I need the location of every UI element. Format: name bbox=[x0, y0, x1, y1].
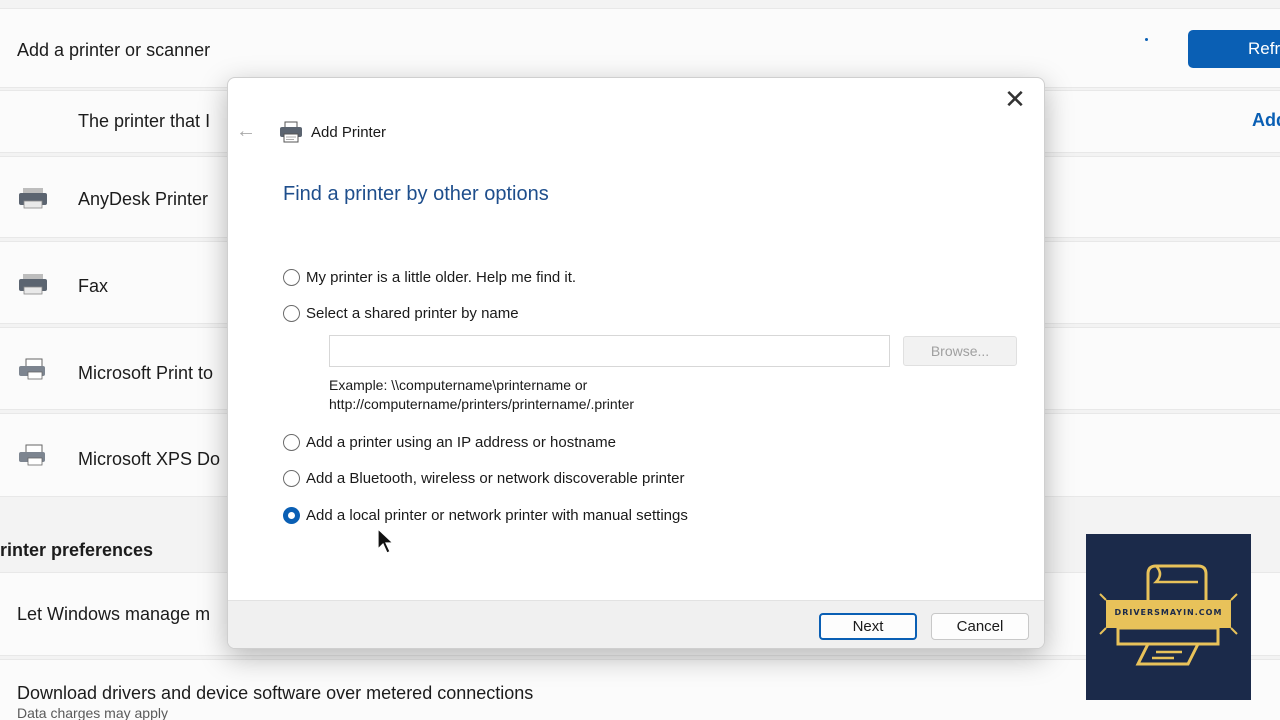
radio-button[interactable] bbox=[283, 469, 300, 487]
next-button[interactable]: Next bbox=[819, 613, 917, 640]
option-label: Select a shared printer by name bbox=[306, 304, 519, 322]
radio-button-selected[interactable] bbox=[283, 506, 300, 524]
option-label: My printer is a little older. Help me fi… bbox=[306, 268, 577, 286]
printer-logo-icon bbox=[1099, 564, 1238, 666]
loading-dot bbox=[1145, 38, 1148, 41]
option-label: Add a local printer or network printer w… bbox=[306, 506, 688, 524]
drivers-logo: DRIVERSMAYIN.COM bbox=[1086, 534, 1251, 700]
download-drivers-sub: Data charges may apply bbox=[17, 705, 168, 720]
option-label: Add a Bluetooth, wireless or network dis… bbox=[306, 469, 685, 487]
dialog-footer: Next Cancel bbox=[228, 600, 1044, 648]
add-manually-link[interactable]: Add bbox=[1252, 110, 1280, 131]
radio-button[interactable] bbox=[283, 268, 300, 286]
option-local-printer[interactable]: Add a local printer or network printer w… bbox=[283, 504, 688, 526]
example-text: Example: \\computername\printername or h… bbox=[329, 376, 634, 414]
radio-button[interactable] bbox=[283, 433, 300, 451]
option-bluetooth-wireless[interactable]: Add a Bluetooth, wireless or network dis… bbox=[283, 467, 685, 489]
option-shared-printer[interactable]: Select a shared printer by name bbox=[283, 302, 519, 324]
not-listed-text: The printer that I bbox=[78, 111, 211, 131]
device-name: AnyDesk Printer bbox=[78, 189, 209, 209]
xps-printer-icon bbox=[19, 444, 45, 466]
close-icon: ✕ bbox=[1004, 84, 1026, 114]
pdf-printer-icon bbox=[19, 358, 45, 380]
option-ip-address[interactable]: Add a printer using an IP address or hos… bbox=[283, 431, 616, 453]
example-line-1: Example: \\computername\printername or bbox=[329, 377, 588, 393]
page-heading: Find a printer by other options bbox=[283, 183, 549, 205]
cancel-button[interactable]: Cancel bbox=[931, 613, 1029, 640]
close-button[interactable]: ✕ bbox=[1000, 84, 1030, 114]
example-line-2: http://computername/printers/printername… bbox=[329, 396, 635, 412]
device-name: Microsoft XPS Do bbox=[78, 449, 221, 469]
device-name: Fax bbox=[78, 276, 109, 296]
refresh-button[interactable]: Refr bbox=[1188, 30, 1280, 68]
option-label: Add a printer using an IP address or hos… bbox=[306, 433, 616, 451]
add-printer-dialog: ✕ ← Add Printer Find a printer by other … bbox=[227, 77, 1045, 649]
back-arrow-icon[interactable]: ← bbox=[236, 120, 256, 143]
printer-icon bbox=[280, 121, 302, 143]
add-printer-title: Add a printer or scanner bbox=[17, 40, 211, 60]
option-older-printer[interactable]: My printer is a little older. Help me fi… bbox=[283, 266, 576, 288]
logo-text: DRIVERSMAYIN.COM bbox=[1114, 608, 1223, 617]
let-windows-manage-text: Let Windows manage m bbox=[17, 604, 211, 624]
radio-button[interactable] bbox=[283, 304, 300, 322]
browse-button[interactable]: Browse... bbox=[903, 336, 1017, 366]
download-drivers-title: Download drivers and device software ove… bbox=[17, 683, 534, 703]
fax-icon bbox=[19, 274, 47, 295]
mouse-cursor-icon bbox=[377, 528, 395, 554]
printer-preferences-heading: rinter preferences bbox=[0, 540, 154, 560]
shared-printer-name-input[interactable] bbox=[329, 335, 890, 367]
dialog-title: Add Printer bbox=[311, 124, 387, 141]
device-name: Microsoft Print to bbox=[78, 363, 214, 383]
printer-icon bbox=[19, 188, 47, 209]
